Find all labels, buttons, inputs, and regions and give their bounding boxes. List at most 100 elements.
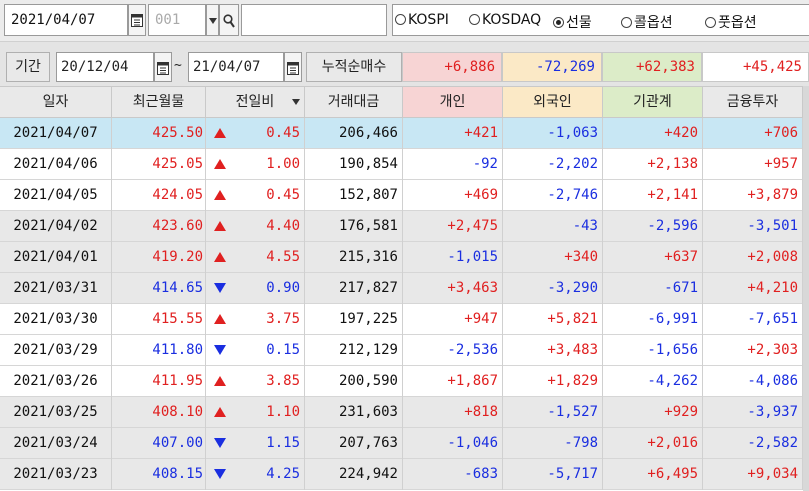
change-value: 4.25 [266,466,300,482]
header-financial[interactable]: 금융투자 [703,86,803,118]
cell-volume: 224,942 [305,459,403,490]
cell-financial: -7,651 [703,304,803,335]
table-row[interactable]: 2021/03/25 408.10 1.10 231,603 +818 -1,527 +92… [0,397,809,428]
arrow-down-icon [214,469,226,479]
table-row[interactable]: 2021/03/26 411.95 3.85 200,590 +1,867 +1,829-… [0,366,809,397]
radio-put-option[interactable]: 풋옵션 [705,12,757,32]
cell-volume: 176,581 [305,211,403,242]
cell-price: 414.65 [112,273,206,304]
cell-financial: +4,210 [703,273,803,304]
vertical-scrollbar[interactable] [803,86,809,491]
market-radio-group: KOSPI KOSDAQ 선물 콜옵션 풋옵션 [392,4,809,36]
change-value: 3.85 [266,373,300,389]
cell-date: 2021/04/07 [0,118,112,149]
calendar-icon [131,14,143,27]
cell-foreign: -798 [503,428,603,459]
cell-date: 2021/04/01 [0,242,112,273]
table-row[interactable]: 2021/03/29 411.80 0.15 212,129 -2,536 +3,483-… [0,335,809,366]
cell-institution: -4,262 [603,366,703,397]
date-input[interactable]: 2021/04/07 [4,4,128,36]
sort-dropdown-icon[interactable] [292,99,300,105]
table-row[interactable]: 2021/03/24 407.00 1.15 207,763 -1,046 -798 +2,… [0,428,809,459]
radio-kospi[interactable]: KOSPI [395,12,449,28]
cell-foreign: +340 [503,242,603,273]
cell-institution: -6,991 [603,304,703,335]
start-calendar-button[interactable] [154,52,172,82]
cell-change: 1.10 [206,397,305,428]
change-value: 0.90 [266,280,300,296]
cell-institution: -1,656 [603,335,703,366]
end-calendar-button[interactable] [284,52,302,82]
table-row[interactable]: 2021/04/05 424.05 0.45 152,807 +469 -2,746 +2,… [0,180,809,211]
cell-financial: +706 [703,118,803,149]
radio-circle-icon [621,17,632,28]
cell-change: 0.45 [206,180,305,211]
header-individual[interactable]: 개인 [403,86,503,118]
cell-financial: +957 [703,149,803,180]
table-row[interactable]: 2021/04/01 419.20 4.55 215,316 -1,015 +340 +63… [0,242,809,273]
cell-change: 1.00 [206,149,305,180]
calendar-icon [157,62,169,75]
header-change[interactable]: 전일비 [206,86,305,118]
cell-institution: -2,596 [603,211,703,242]
table-row[interactable]: 2021/04/07 425.50 0.45 206,466 +421 -1,063 +42… [0,118,809,149]
arrow-up-icon [214,128,226,138]
cell-price: 411.95 [112,366,206,397]
table-row[interactable]: 2021/03/31 414.65 0.90 217,827 +3,463 -3,290-… [0,273,809,304]
code-dropdown-button[interactable] [206,4,219,36]
header-volume[interactable]: 거래대금 [305,86,403,118]
cell-date: 2021/04/02 [0,211,112,242]
cell-price: 408.15 [112,459,206,490]
change-value: 4.40 [266,218,300,234]
cell-institution: +6,495 [603,459,703,490]
name-input[interactable] [241,4,387,36]
cell-price: 407.00 [112,428,206,459]
cell-volume: 215,316 [305,242,403,273]
end-date-input[interactable]: 21/04/07 [188,52,284,82]
calendar-button[interactable] [128,4,146,36]
code-input[interactable]: 001 [148,4,206,36]
header-institution[interactable]: 기관계 [603,86,703,118]
cell-change: 0.90 [206,273,305,304]
cell-date: 2021/03/30 [0,304,112,335]
arrow-down-icon [214,438,226,448]
cell-financial: -3,937 [703,397,803,428]
arrow-up-icon [214,314,226,324]
header-foreign[interactable]: 외국인 [503,86,603,118]
cell-volume: 231,603 [305,397,403,428]
table-row[interactable]: 2021/03/30 415.55 3.75 197,225 +947 +5,821 -6,… [0,304,809,335]
radio-futures[interactable]: 선물 [553,12,592,32]
cell-foreign: -1,063 [503,118,603,149]
change-value: 1.10 [266,404,300,420]
cell-foreign: -2,202 [503,149,603,180]
cell-price: 411.80 [112,335,206,366]
table-row[interactable]: 2021/04/06 425.05 1.00 190,854 -92 -2,202 +2,1… [0,149,809,180]
radio-circle-icon [705,17,716,28]
header-price[interactable]: 최근월물 [112,86,206,118]
search-button[interactable] [219,4,239,36]
cell-individual: +818 [403,397,503,428]
cell-institution: +637 [603,242,703,273]
start-date-input[interactable]: 20/12/04 [56,52,154,82]
cell-volume: 217,827 [305,273,403,304]
table-row[interactable]: 2021/03/23 408.15 4.25 224,942 -683 -5,717 +6,… [0,459,809,490]
change-value: 4.55 [266,249,300,265]
cell-financial: -3,501 [703,211,803,242]
cell-individual: +469 [403,180,503,211]
cell-foreign: +1,829 [503,366,603,397]
cell-date: 2021/03/23 [0,459,112,490]
cell-institution: +420 [603,118,703,149]
cell-volume: 212,129 [305,335,403,366]
table-row[interactable]: 2021/04/02 423.60 4.40 176,581 +2,475 -43 -2,5… [0,211,809,242]
date-input-value: 2021/04/07 [11,12,96,28]
end-date-value: 21/04/07 [193,59,261,75]
header-date[interactable]: 일자 [0,86,112,118]
date-range-separator: ~ [174,58,182,73]
radio-circle-icon [395,14,406,25]
radio-call-option[interactable]: 콜옵션 [621,12,673,32]
cell-volume: 190,854 [305,149,403,180]
radio-kosdaq[interactable]: KOSDAQ [469,12,541,28]
arrow-down-icon [214,345,226,355]
cell-volume: 200,590 [305,366,403,397]
cell-foreign: -1,527 [503,397,603,428]
